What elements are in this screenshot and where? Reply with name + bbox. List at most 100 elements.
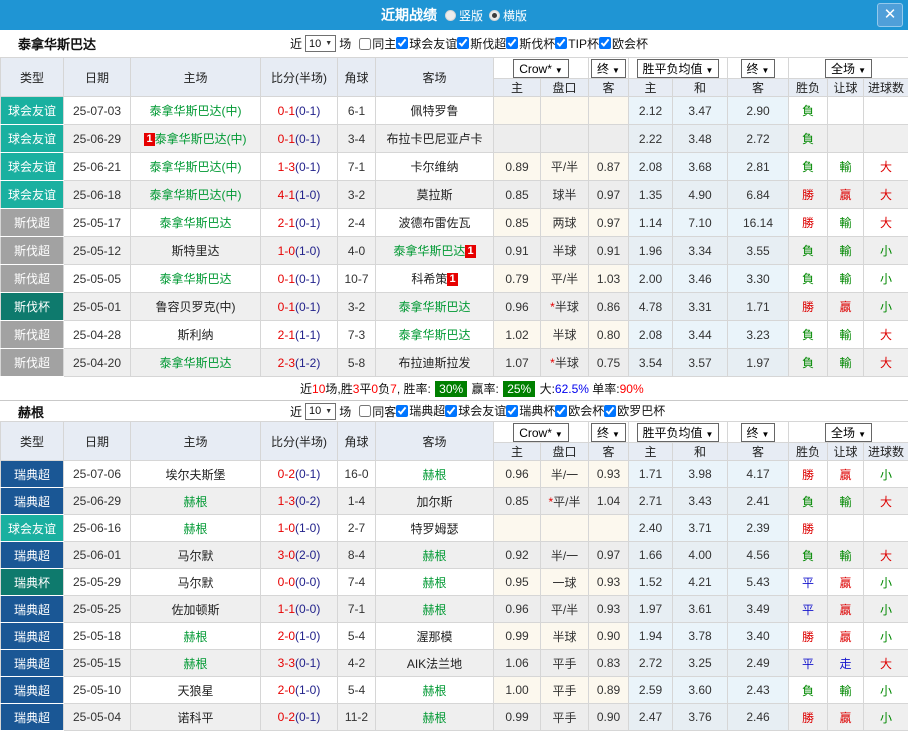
league-checkbox-input[interactable]	[396, 405, 408, 417]
final-avg-select[interactable]: 终▼	[741, 59, 776, 78]
league-checkbox-input[interactable]	[457, 37, 469, 49]
match-date: 25-05-04	[64, 704, 131, 731]
avg-draw-odds: 3.76	[673, 704, 728, 731]
league-checkbox-input[interactable]	[506, 405, 518, 417]
league-checkbox-input[interactable]	[396, 37, 408, 49]
away-cell: 渥那模	[376, 623, 494, 650]
team-name: 赫根	[18, 402, 290, 421]
league-checkbox-input[interactable]	[445, 405, 457, 417]
close-icon[interactable]: ✕	[877, 3, 903, 27]
odds-source-select[interactable]: Crow*▼	[513, 423, 569, 442]
home-cell: 埃尔夫斯堡	[131, 461, 261, 488]
avg-draw-odds: 3.34	[673, 237, 728, 265]
fullmatch-select[interactable]: 全场▼	[825, 59, 872, 78]
final-avg-select[interactable]: 终▼	[741, 423, 776, 442]
league-label: 瑞典超	[409, 402, 445, 419]
match-date: 25-06-01	[64, 542, 131, 569]
competition-badge: 球会友谊	[1, 125, 64, 153]
handicap-text: 平/半	[553, 495, 580, 509]
league-checkbox[interactable]: 欧会杯	[555, 402, 604, 419]
league-checkbox-input[interactable]	[555, 405, 567, 417]
halftime-score: (0-1)	[295, 104, 320, 118]
match-date: 25-05-15	[64, 650, 131, 677]
handicap-text: 球半	[552, 188, 576, 202]
fulltime-score: 2-3	[278, 356, 295, 370]
same-venue-checkbox-input[interactable]	[359, 405, 371, 417]
league-checkbox[interactable]: 欧罗巴杯	[604, 402, 665, 419]
odds-home: 0.95	[494, 569, 541, 596]
fullmatch-select[interactable]: 全场▼	[825, 423, 872, 442]
subcol-wdl: 胜负	[789, 443, 828, 461]
avg-odds-select[interactable]: 胜平负均值▼	[637, 423, 720, 442]
home-team-name: 天狼星	[177, 684, 213, 698]
rank-badge: 1	[465, 245, 475, 258]
same-venue-checkbox[interactable]: 同客	[359, 403, 396, 420]
home-cell: 马尔默	[131, 542, 261, 569]
home-cell: 斯特里达	[131, 237, 261, 265]
subcol-avg-away: 客	[728, 79, 789, 97]
league-checkbox[interactable]: 瑞典超	[396, 402, 445, 419]
result-handicap: 贏	[828, 596, 864, 623]
league-checkbox[interactable]: 球会友谊	[396, 35, 457, 52]
result-wdl: 負	[789, 97, 828, 125]
horizontal-layout-label[interactable]: 横版	[503, 7, 527, 24]
home-cell: 鲁容贝罗克(中)	[131, 293, 261, 321]
result-handicap: 輸	[828, 209, 864, 237]
match-row: 斯伐超 25-05-05 泰拿华斯巴达 0-1(0-1) 10-7 科希策1 0…	[1, 265, 908, 293]
horizontal-layout-radio[interactable]	[489, 10, 500, 21]
league-checkbox-input[interactable]	[555, 37, 567, 49]
corner-count: 5-4	[338, 677, 376, 704]
result-goals: 小	[864, 265, 908, 293]
halftime-score: (1-0)	[295, 244, 320, 258]
league-label: 球会友谊	[458, 402, 506, 419]
vertical-layout-radio[interactable]	[445, 10, 456, 21]
result-goals: 小	[864, 293, 908, 321]
avg-odds-select[interactable]: 胜平负均值▼	[637, 59, 720, 78]
same-venue-checkbox[interactable]: 同主	[359, 35, 396, 52]
match-date: 25-06-16	[64, 515, 131, 542]
league-checkbox[interactable]: 斯伐超	[457, 35, 506, 52]
match-count-select[interactable]: 10▼	[305, 35, 336, 52]
col-header-corner: 角球	[338, 422, 376, 461]
result-wdl: 負	[789, 349, 828, 377]
final-odds-select[interactable]: 终▼	[591, 59, 626, 78]
odds-away: 0.87	[589, 153, 629, 181]
odds-handicap: 半球	[541, 623, 589, 650]
result-wdl: 勝	[789, 209, 828, 237]
odds-source-select[interactable]: Crow*▼	[513, 59, 569, 78]
col-header-corner: 角球	[338, 58, 376, 97]
avg-home-odds: 2.40	[629, 515, 673, 542]
final-odds-select[interactable]: 终▼	[591, 423, 626, 442]
competition-badge: 斯伐超	[1, 321, 64, 349]
corner-count: 16-0	[338, 461, 376, 488]
same-venue-checkbox-input[interactable]	[359, 38, 371, 50]
match-row: 瑞典超 25-05-04 诺科平 0-2(0-1) 11-2 赫根 0.99 平…	[1, 704, 908, 731]
league-checkbox[interactable]: 欧会杯	[599, 35, 648, 52]
home-cell: 赫根	[131, 488, 261, 515]
league-checkbox-input[interactable]	[506, 37, 518, 49]
fulltime-score: 1-1	[278, 602, 295, 616]
away-cell: 赫根	[376, 677, 494, 704]
avg-home-odds: 2.22	[629, 125, 673, 153]
result-wdl: 勝	[789, 181, 828, 209]
odds-away: 0.97	[589, 181, 629, 209]
fulltime-score: 2-1	[278, 216, 295, 230]
league-checkbox-input[interactable]	[599, 37, 611, 49]
match-count-select[interactable]: 10▼	[305, 403, 336, 420]
vertical-layout-label[interactable]: 竖版	[459, 7, 483, 24]
league-checkbox-input[interactable]	[604, 405, 616, 417]
odds-away: 0.91	[589, 237, 629, 265]
league-checkbox[interactable]: 球会友谊	[445, 402, 506, 419]
team-name: 泰拿华斯巴达	[18, 34, 290, 53]
team-section-header: 赫根 近 10▼ 场 同客 瑞典超球会友谊瑞典杯欧会杯欧罗巴杯	[0, 400, 908, 421]
league-checkbox[interactable]: 斯伐杯	[506, 35, 555, 52]
result-wdl: 負	[789, 265, 828, 293]
corner-count: 3-4	[338, 125, 376, 153]
fulltime-score: 3-3	[278, 656, 295, 670]
result-goals	[864, 97, 908, 125]
match-date: 25-07-03	[64, 97, 131, 125]
league-checkbox[interactable]: 瑞典杯	[506, 402, 555, 419]
league-checkbox[interactable]: TIP杯	[555, 35, 599, 52]
avg-home-odds: 4.78	[629, 293, 673, 321]
match-date: 25-05-05	[64, 265, 131, 293]
